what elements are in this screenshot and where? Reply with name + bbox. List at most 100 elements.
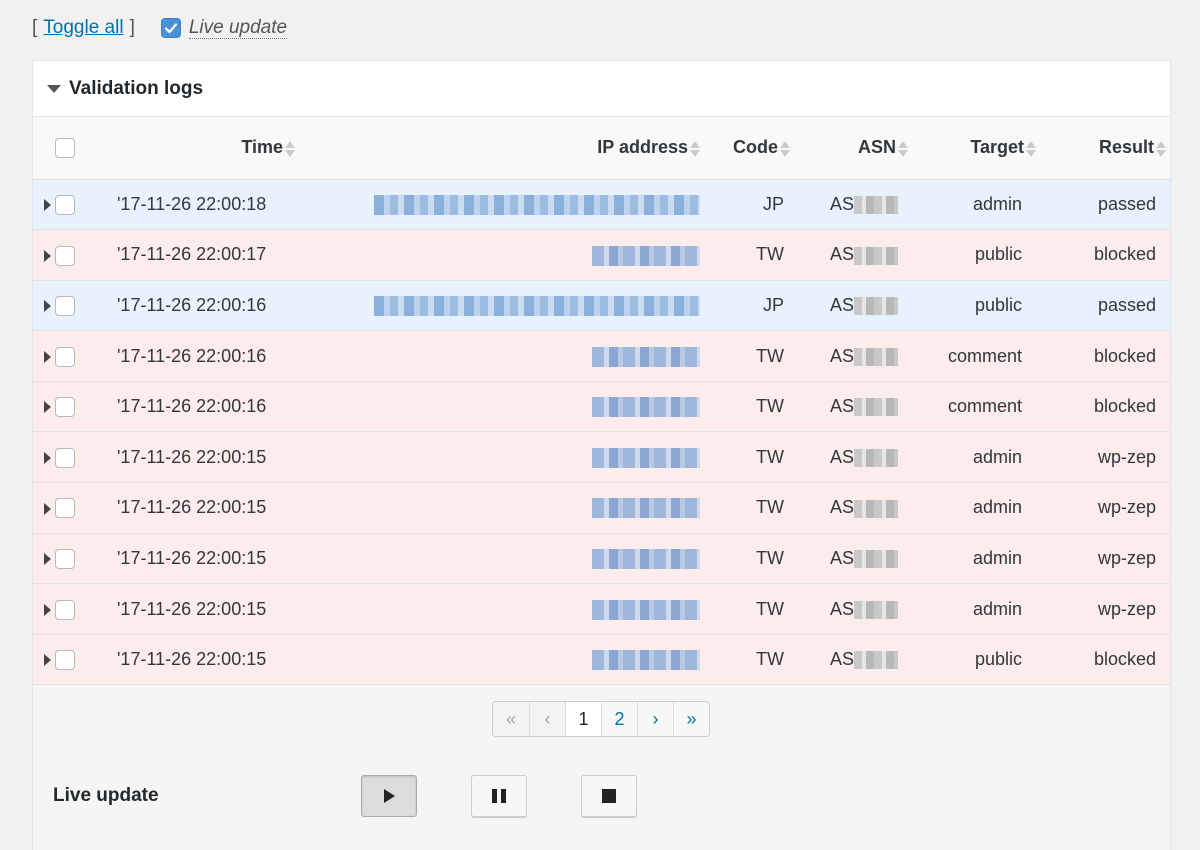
cell-asn: AS (790, 634, 908, 685)
select-all-checkbox[interactable] (55, 138, 75, 159)
cell-time: '17-11-26 22:00:15 (117, 446, 267, 467)
cell-target: public (974, 294, 1022, 315)
row-checkbox[interactable] (55, 447, 75, 468)
row-checkbox[interactable] (55, 245, 75, 266)
logs-table: Time IP address Code ASN Target Result '… (33, 117, 1170, 685)
expand-row-icon[interactable] (43, 654, 51, 667)
table-row[interactable]: '17-11-26 22:00:17 TW AS public blocked (33, 229, 1170, 281)
redacted-ip (592, 650, 700, 671)
redacted-ip (374, 296, 700, 317)
expand-row-icon[interactable] (43, 249, 51, 262)
cell-result: passed (1097, 294, 1156, 315)
sort-icon (898, 140, 908, 157)
sort-icon (690, 140, 700, 157)
expand-row-icon[interactable] (43, 553, 51, 566)
row-checkbox[interactable] (55, 346, 75, 367)
expand-row-icon[interactable] (43, 199, 51, 212)
redacted-asn (854, 550, 898, 569)
page-2-button[interactable]: 2 (601, 702, 637, 736)
col-asn[interactable]: ASN (790, 117, 908, 180)
expand-row-icon[interactable] (43, 603, 51, 616)
asn-prefix: AS (829, 244, 854, 265)
row-checkbox[interactable] (55, 296, 75, 317)
prev-page-button[interactable]: ‹ (529, 702, 565, 736)
expand-row-icon[interactable] (43, 300, 51, 313)
cell-code: TW (756, 396, 784, 417)
expand-row-icon[interactable] (43, 401, 51, 414)
row-checkbox[interactable] (55, 194, 75, 215)
asn-prefix: AS (829, 649, 854, 670)
stop-icon (602, 789, 616, 803)
redacted-ip (592, 346, 700, 367)
cell-target: admin (972, 193, 1022, 214)
table-row[interactable]: '17-11-26 22:00:15 TW AS admin wp-zep (33, 482, 1170, 534)
table-row[interactable]: '17-11-26 22:00:15 TW AS public blocked (33, 634, 1170, 685)
col-time[interactable]: Time (105, 117, 295, 180)
col-code[interactable]: Code (700, 117, 790, 180)
row-checkbox[interactable] (55, 650, 75, 671)
cell-ip (295, 584, 700, 635)
table-row[interactable]: '17-11-26 22:00:16 TW AS comment blocked (33, 330, 1170, 382)
row-checkbox[interactable] (55, 599, 75, 620)
toggle-all-link[interactable]: Toggle all (43, 17, 123, 39)
stop-button[interactable] (581, 775, 637, 817)
table-row[interactable]: '17-11-26 22:00:16 TW AS comment blocked (33, 381, 1170, 432)
pause-button[interactable] (471, 775, 527, 817)
cell-time: '17-11-26 22:00:16 (117, 396, 267, 417)
cell-ip (295, 179, 700, 230)
redacted-asn (854, 651, 898, 670)
next-page-button[interactable]: › (637, 702, 673, 736)
expand-row-icon[interactable] (43, 452, 51, 465)
asn-prefix: AS (829, 294, 854, 315)
cell-ip (295, 483, 700, 534)
cell-target: public (974, 244, 1022, 265)
redacted-asn (854, 246, 898, 265)
cell-time: '17-11-26 22:00:18 (117, 193, 267, 214)
redacted-asn (854, 600, 898, 619)
cell-asn: AS (790, 230, 908, 281)
col-result[interactable]: Result (1036, 117, 1170, 180)
cell-asn: AS (790, 280, 908, 331)
expand-row-icon[interactable] (43, 350, 51, 363)
col-code-label: Code (733, 137, 778, 158)
table-row[interactable]: '17-11-26 22:00:15 TW AS admin wp-zep (33, 533, 1170, 584)
redacted-ip (592, 245, 700, 266)
redacted-ip (592, 447, 700, 468)
cell-time: '17-11-26 22:00:16 (117, 294, 267, 315)
row-checkbox[interactable] (55, 397, 75, 418)
validation-logs-panel: Validation logs Time IP address Code ASN… (32, 60, 1171, 850)
cell-ip (295, 381, 700, 432)
expand-row-icon[interactable] (43, 502, 51, 515)
sort-icon (1156, 140, 1166, 157)
col-target[interactable]: Target (908, 117, 1036, 180)
redacted-ip (592, 498, 700, 519)
panel-header[interactable]: Validation logs (33, 61, 1170, 117)
play-button[interactable] (361, 775, 417, 817)
col-ip[interactable]: IP address (295, 117, 700, 180)
table-row[interactable]: '17-11-26 22:00:18 JP AS admin passed (33, 179, 1170, 230)
asn-prefix: AS (829, 547, 854, 568)
checkbox-checked-icon[interactable] (160, 18, 181, 38)
cell-result: wp-zep (1097, 497, 1156, 518)
cell-code: TW (756, 547, 784, 568)
live-update-checkbox[interactable]: Live update (160, 17, 288, 39)
live-update-label[interactable]: Live update (188, 17, 288, 39)
last-page-button[interactable]: » (673, 702, 709, 736)
cell-target: comment (947, 396, 1022, 417)
collapse-triangle-icon[interactable] (47, 84, 61, 93)
table-row[interactable]: '17-11-26 22:00:16 JP AS public passed (33, 280, 1170, 331)
asn-prefix: AS (829, 345, 854, 366)
asn-prefix: AS (829, 396, 854, 417)
first-page-button[interactable]: « (493, 702, 529, 736)
row-checkbox[interactable] (55, 549, 75, 570)
col-target-label: Target (970, 137, 1024, 158)
row-checkbox[interactable] (55, 498, 75, 519)
col-ip-label: IP address (597, 137, 688, 158)
cell-code: TW (756, 497, 784, 518)
cell-asn: AS (790, 331, 908, 382)
cell-asn: AS (790, 432, 908, 483)
col-asn-label: ASN (857, 137, 896, 158)
page-1-button[interactable]: 1 (565, 702, 601, 736)
table-row[interactable]: '17-11-26 22:00:15 TW AS admin wp-zep (33, 583, 1170, 635)
table-row[interactable]: '17-11-26 22:00:15 TW AS admin wp-zep (33, 431, 1170, 483)
